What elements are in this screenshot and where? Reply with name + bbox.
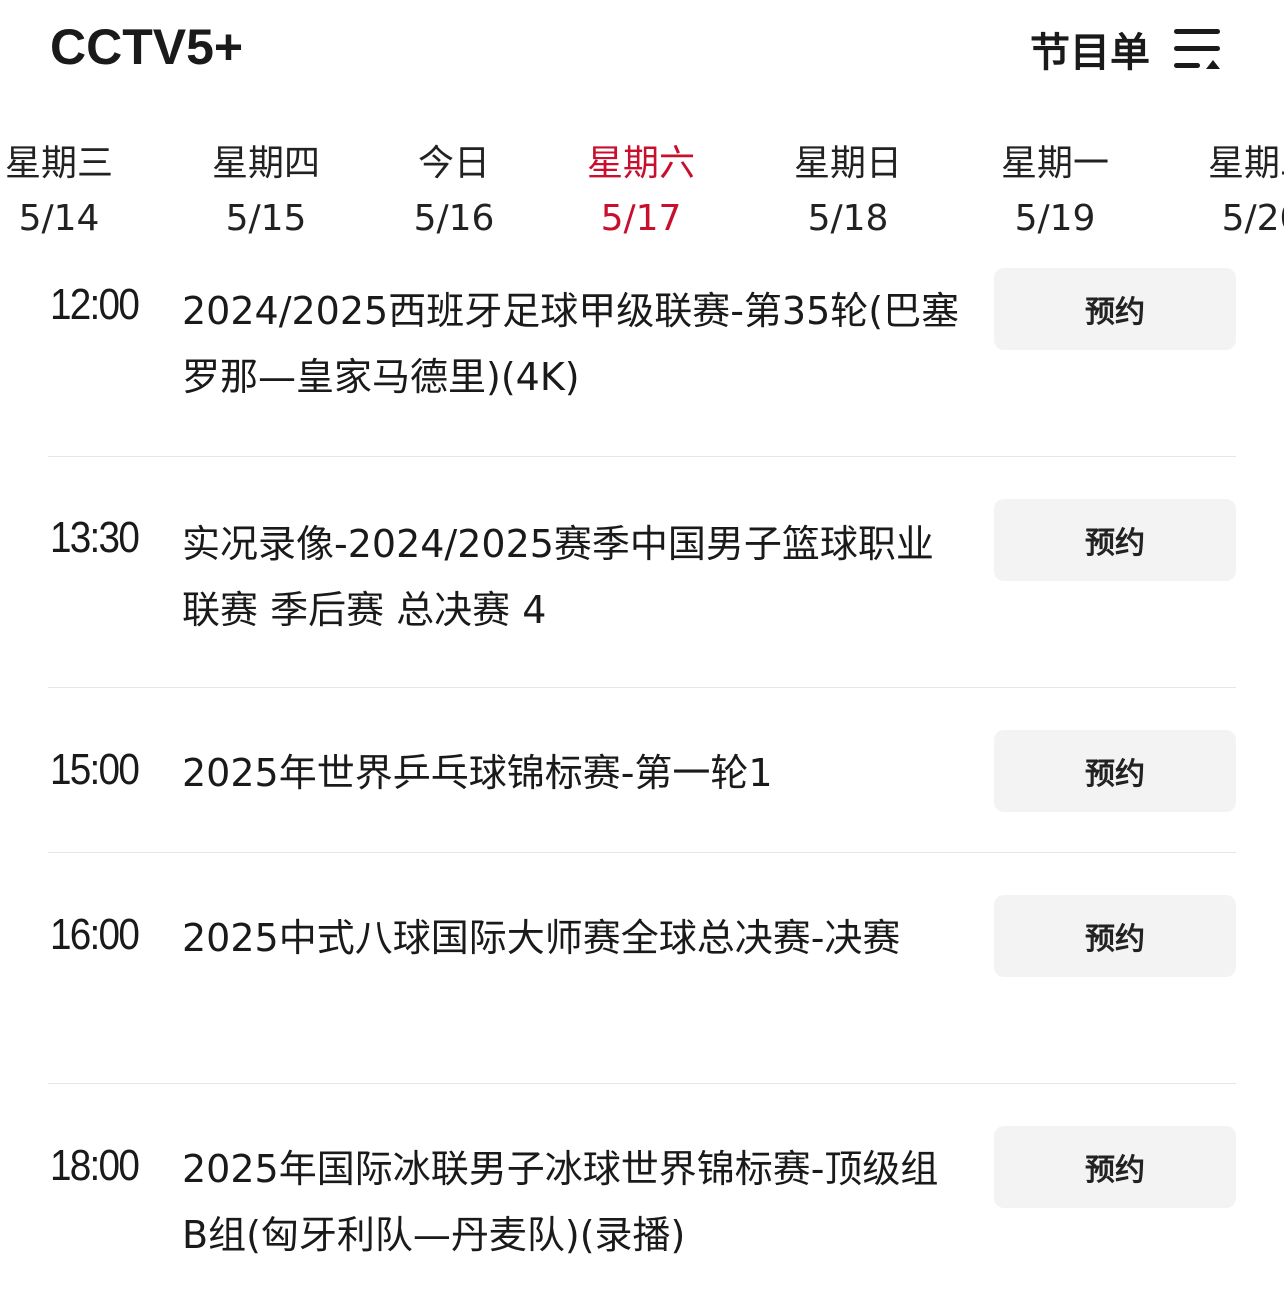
channel-title: CCTV5+ [50, 19, 244, 75]
date-tab-weekday: 星期六 [586, 143, 695, 184]
date-tab-date: 5/20 [1221, 198, 1284, 239]
date-tab-weekday: 星期二 [1207, 143, 1284, 184]
program-name: 2025中式八球国际大师赛全球总决赛-决赛 [182, 916, 901, 960]
menu-lines-icon [1174, 29, 1220, 69]
date-tab-date: 5/19 [1014, 198, 1096, 239]
date-tab-date: 5/16 [413, 198, 495, 239]
program-row: 15:00 2025年世界乒乓球锦标赛-第一轮1 预约 [48, 688, 1236, 853]
program-name: 2024/2025西班牙足球甲级联赛-第35轮(巴塞罗那—皇家马德里)(4K) [182, 289, 960, 399]
program-name: 实况录像-2024/2025赛季中国男子篮球职业联赛 季后赛 总决赛 4 [182, 522, 934, 632]
date-tab-weekday: 今日 [417, 143, 490, 184]
date-tab-selected[interactable]: 星期六 5/17 [541, 138, 741, 248]
date-tab-weekday: 星期三 [4, 143, 113, 184]
date-tab-date: 5/15 [225, 198, 307, 239]
program-time: 18:00 [50, 1141, 140, 1190]
reserve-button[interactable]: 预约 [994, 730, 1236, 812]
program-time: 15:00 [50, 745, 140, 794]
date-tab-weekday: 星期一 [1000, 143, 1109, 184]
date-tab[interactable]: 星期三 5/14 [0, 138, 159, 248]
date-tab[interactable]: 今日 5/16 [354, 138, 554, 248]
date-tab[interactable]: 星期日 5/18 [748, 138, 948, 248]
date-tab[interactable]: 星期四 5/15 [166, 138, 366, 248]
program-name: 2025年世界乒乓球锦标赛-第一轮1 [182, 751, 773, 795]
date-tab-bar: 星期三 5/14 星期四 5/15 今日 5/16 星期六 5/17 星期日 5… [0, 138, 1284, 248]
program-name: 2025年国际冰联男子冰球世界锦标赛-顶级组B组(匈牙利队—丹麦队)(录播) [182, 1147, 939, 1257]
program-time: 12:00 [50, 280, 140, 329]
program-time: 16:00 [50, 910, 140, 959]
reserve-button[interactable]: 预约 [994, 268, 1236, 350]
program-row: 16:00 2025中式八球国际大师赛全球总决赛-决赛 预约 [48, 853, 1236, 1084]
date-tab-weekday: 星期四 [211, 143, 320, 184]
program-row: 13:30 实况录像-2024/2025赛季中国男子篮球职业联赛 季后赛 总决赛… [48, 457, 1236, 688]
schedule-menu-button[interactable]: 节目单 [1030, 18, 1222, 80]
date-tab[interactable]: 星期二 5/20 [1162, 138, 1284, 248]
date-tab-date: 5/14 [18, 198, 100, 239]
program-list: 12:00 2024/2025西班牙足球甲级联赛-第35轮(巴塞罗那—皇家马德里… [48, 250, 1236, 1294]
program-time: 13:30 [50, 513, 140, 562]
app-header: CCTV5+ 节目单 [0, 0, 1284, 100]
program-row: 12:00 2024/2025西班牙足球甲级联赛-第35轮(巴塞罗那—皇家马德里… [48, 250, 1236, 457]
reserve-button[interactable]: 预约 [994, 499, 1236, 581]
date-tab-date: 5/17 [600, 198, 682, 239]
date-tab-weekday: 星期日 [793, 143, 902, 184]
reserve-button[interactable]: 预约 [994, 1126, 1236, 1208]
reserve-button[interactable]: 预约 [994, 895, 1236, 977]
program-row: 18:00 2025年国际冰联男子冰球世界锦标赛-顶级组B组(匈牙利队—丹麦队)… [48, 1084, 1236, 1294]
date-tab-date: 5/18 [807, 198, 889, 239]
schedule-label: 节目单 [1030, 30, 1150, 76]
date-tab[interactable]: 星期一 5/19 [955, 138, 1155, 248]
